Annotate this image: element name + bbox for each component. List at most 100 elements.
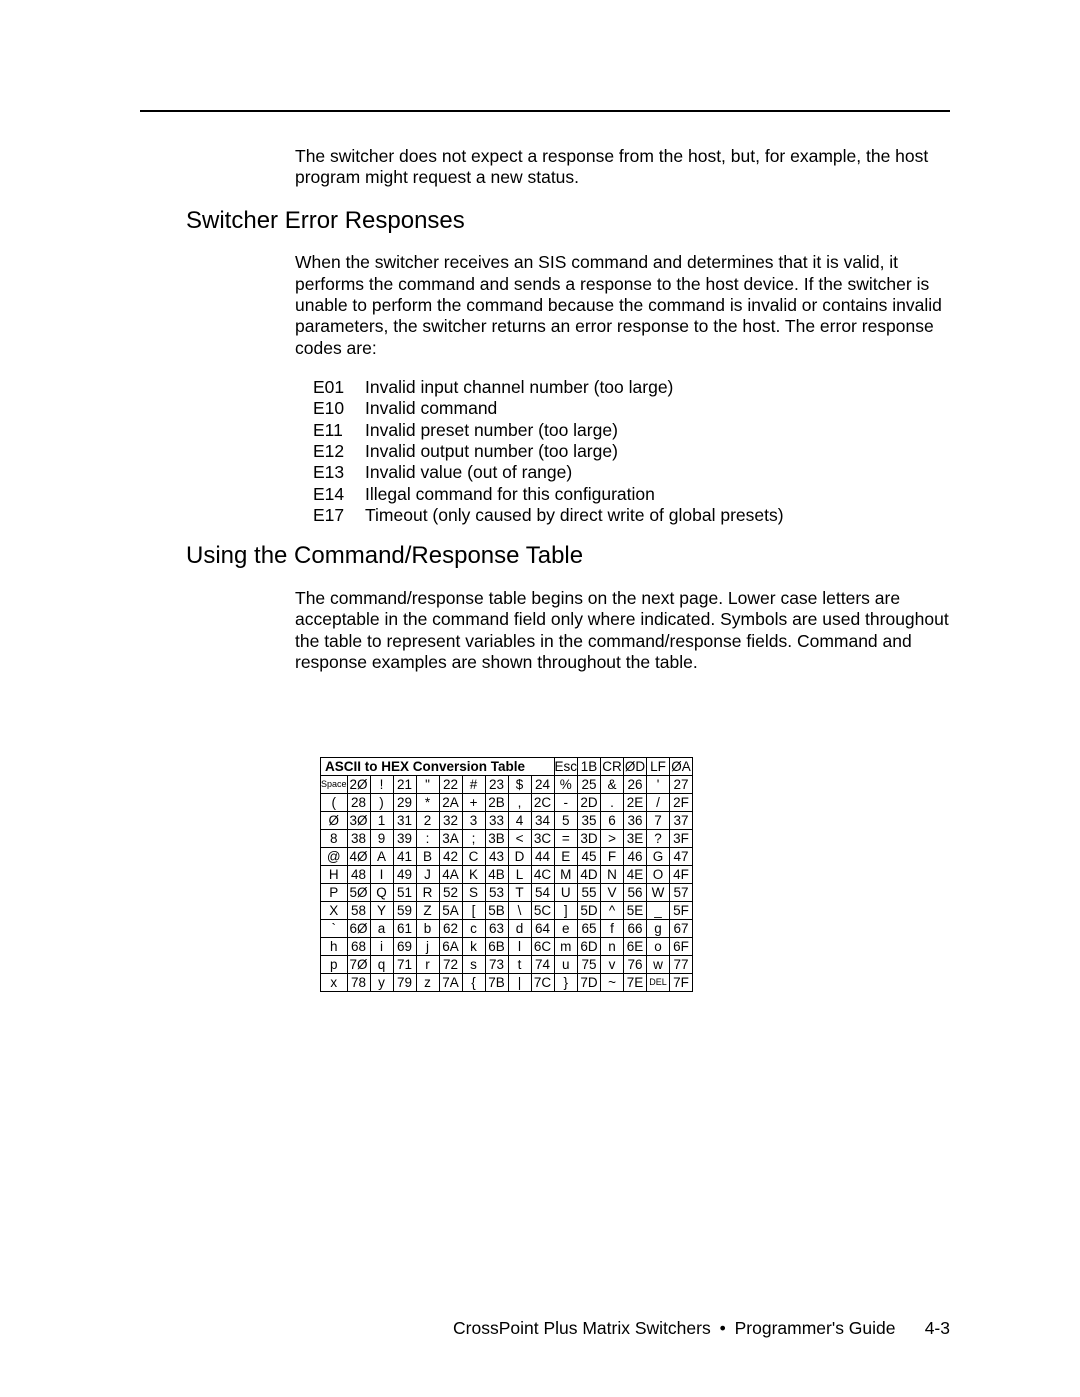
ascii-char: ? <box>647 830 670 848</box>
error-code: E01 <box>313 377 351 398</box>
ascii-char: : <box>416 830 439 848</box>
ascii-char: 3 <box>462 812 485 830</box>
ascii-hex: 6C <box>531 938 554 956</box>
ascii-hex: 66 <box>624 920 647 938</box>
ascii-char: y <box>370 974 393 992</box>
ascii-char: d <box>508 920 531 938</box>
ascii-hex: 32 <box>439 812 462 830</box>
ascii-char: b <box>416 920 439 938</box>
ascii-hex: 79 <box>393 974 416 992</box>
ascii-hex: 4A <box>439 866 462 884</box>
ascii-hex: 24 <box>531 776 554 794</box>
ascii-char: v <box>601 956 624 974</box>
ascii-hex: 5B <box>485 902 508 920</box>
error-code-item: E11Invalid preset number (too large) <box>313 420 950 441</box>
ascii-hex: 22 <box>439 776 462 794</box>
table-row: P5ØQ51R52S53T54U55V56W57 <box>321 884 693 902</box>
table-row: x78y79z7A{7B|7C}7D~7EDEL7F <box>321 974 693 992</box>
ascii-hex: 6F <box>670 938 693 956</box>
ascii-hex: 46 <box>624 848 647 866</box>
ascii-hex: 43 <box>485 848 508 866</box>
ascii-ctl-hex: 1B <box>578 758 601 776</box>
table-row: @4ØA41B42C43D44E45F46G47 <box>321 848 693 866</box>
ascii-hex: 3B <box>485 830 508 848</box>
error-desc: Timeout (only caused by direct write of … <box>365 505 784 526</box>
ascii-char: f <box>601 920 624 938</box>
ascii-char: K <box>462 866 485 884</box>
ascii-char: C <box>462 848 485 866</box>
ascii-hex: 5A <box>439 902 462 920</box>
ascii-char: j <box>416 938 439 956</box>
ascii-hex: 6Ø <box>347 920 370 938</box>
ascii-char: R <box>416 884 439 902</box>
ascii-hex: 4Ø <box>347 848 370 866</box>
ascii-char: " <box>416 776 439 794</box>
ascii-hex: 5D <box>578 902 601 920</box>
error-code-item: E14Illegal command for this configuratio… <box>313 484 950 505</box>
ascii-hex: 53 <box>485 884 508 902</box>
ascii-char: N <box>601 866 624 884</box>
ascii-char: H <box>321 866 348 884</box>
ascii-hex: 4C <box>531 866 554 884</box>
ascii-hex: 7Ø <box>347 956 370 974</box>
ascii-char: k <box>462 938 485 956</box>
ascii-hex: 4D <box>578 866 601 884</box>
ascii-hex: 5E <box>624 902 647 920</box>
ascii-hex: 29 <box>393 794 416 812</box>
ascii-hex: 7C <box>531 974 554 992</box>
ascii-hex: 78 <box>347 974 370 992</box>
ascii-hex-table: ASCII to HEX Conversion TableEsc1BCRØDLF… <box>320 757 693 992</box>
ascii-hex: 5Ø <box>347 884 370 902</box>
ascii-char: s <box>462 956 485 974</box>
top-rule <box>140 110 950 112</box>
heading-error-responses: Switcher Error Responses <box>186 207 950 235</box>
ascii-char: 4 <box>508 812 531 830</box>
ascii-hex: 4F <box>670 866 693 884</box>
ascii-char: ! <box>370 776 393 794</box>
ascii-char: n <box>601 938 624 956</box>
ascii-char: @ <box>321 848 348 866</box>
error-code-list: E01Invalid input channel number (too lar… <box>313 377 950 526</box>
error-code-item: E17Timeout (only caused by direct write … <box>313 505 950 526</box>
ascii-hex: 56 <box>624 884 647 902</box>
ascii-hex: 35 <box>578 812 601 830</box>
ascii-char: L <box>508 866 531 884</box>
ascii-char: u <box>554 956 578 974</box>
ascii-char: M <box>554 866 578 884</box>
ascii-char: P <box>321 884 348 902</box>
ascii-char: J <box>416 866 439 884</box>
ascii-hex: 33 <box>485 812 508 830</box>
error-desc: Invalid preset number (too large) <box>365 420 618 441</box>
ascii-char: ` <box>321 920 348 938</box>
table-row: `6Øa61b62c63d64e65f66g67 <box>321 920 693 938</box>
error-code: E12 <box>313 441 351 462</box>
ascii-char: e <box>554 920 578 938</box>
ascii-hex: 67 <box>670 920 693 938</box>
ascii-hex: 27 <box>670 776 693 794</box>
ascii-hex: 64 <box>531 920 554 938</box>
ascii-hex: 42 <box>439 848 462 866</box>
ascii-char: 7 <box>647 812 670 830</box>
ascii-char: m <box>554 938 578 956</box>
ascii-char: W <box>647 884 670 902</box>
ascii-char: S <box>462 884 485 902</box>
ascii-ctl-hex: ØA <box>670 758 693 776</box>
ascii-char: 6 <box>601 812 624 830</box>
ascii-char: DEL <box>647 974 670 992</box>
ascii-char: - <box>554 794 578 812</box>
ascii-hex: 41 <box>393 848 416 866</box>
ascii-char: Y <box>370 902 393 920</box>
ascii-hex: 7E <box>624 974 647 992</box>
ascii-char: 2 <box>416 812 439 830</box>
ascii-hex: 47 <box>670 848 693 866</box>
ascii-hex: 25 <box>578 776 601 794</box>
ascii-hex: 52 <box>439 884 462 902</box>
ascii-hex: 4E <box>624 866 647 884</box>
ascii-char: . <box>601 794 624 812</box>
ascii-char: q <box>370 956 393 974</box>
ascii-hex: 2C <box>531 794 554 812</box>
ascii-hex: 74 <box>531 956 554 974</box>
ascii-hex: 7D <box>578 974 601 992</box>
ascii-char: ; <box>462 830 485 848</box>
ascii-hex: 2F <box>670 794 693 812</box>
